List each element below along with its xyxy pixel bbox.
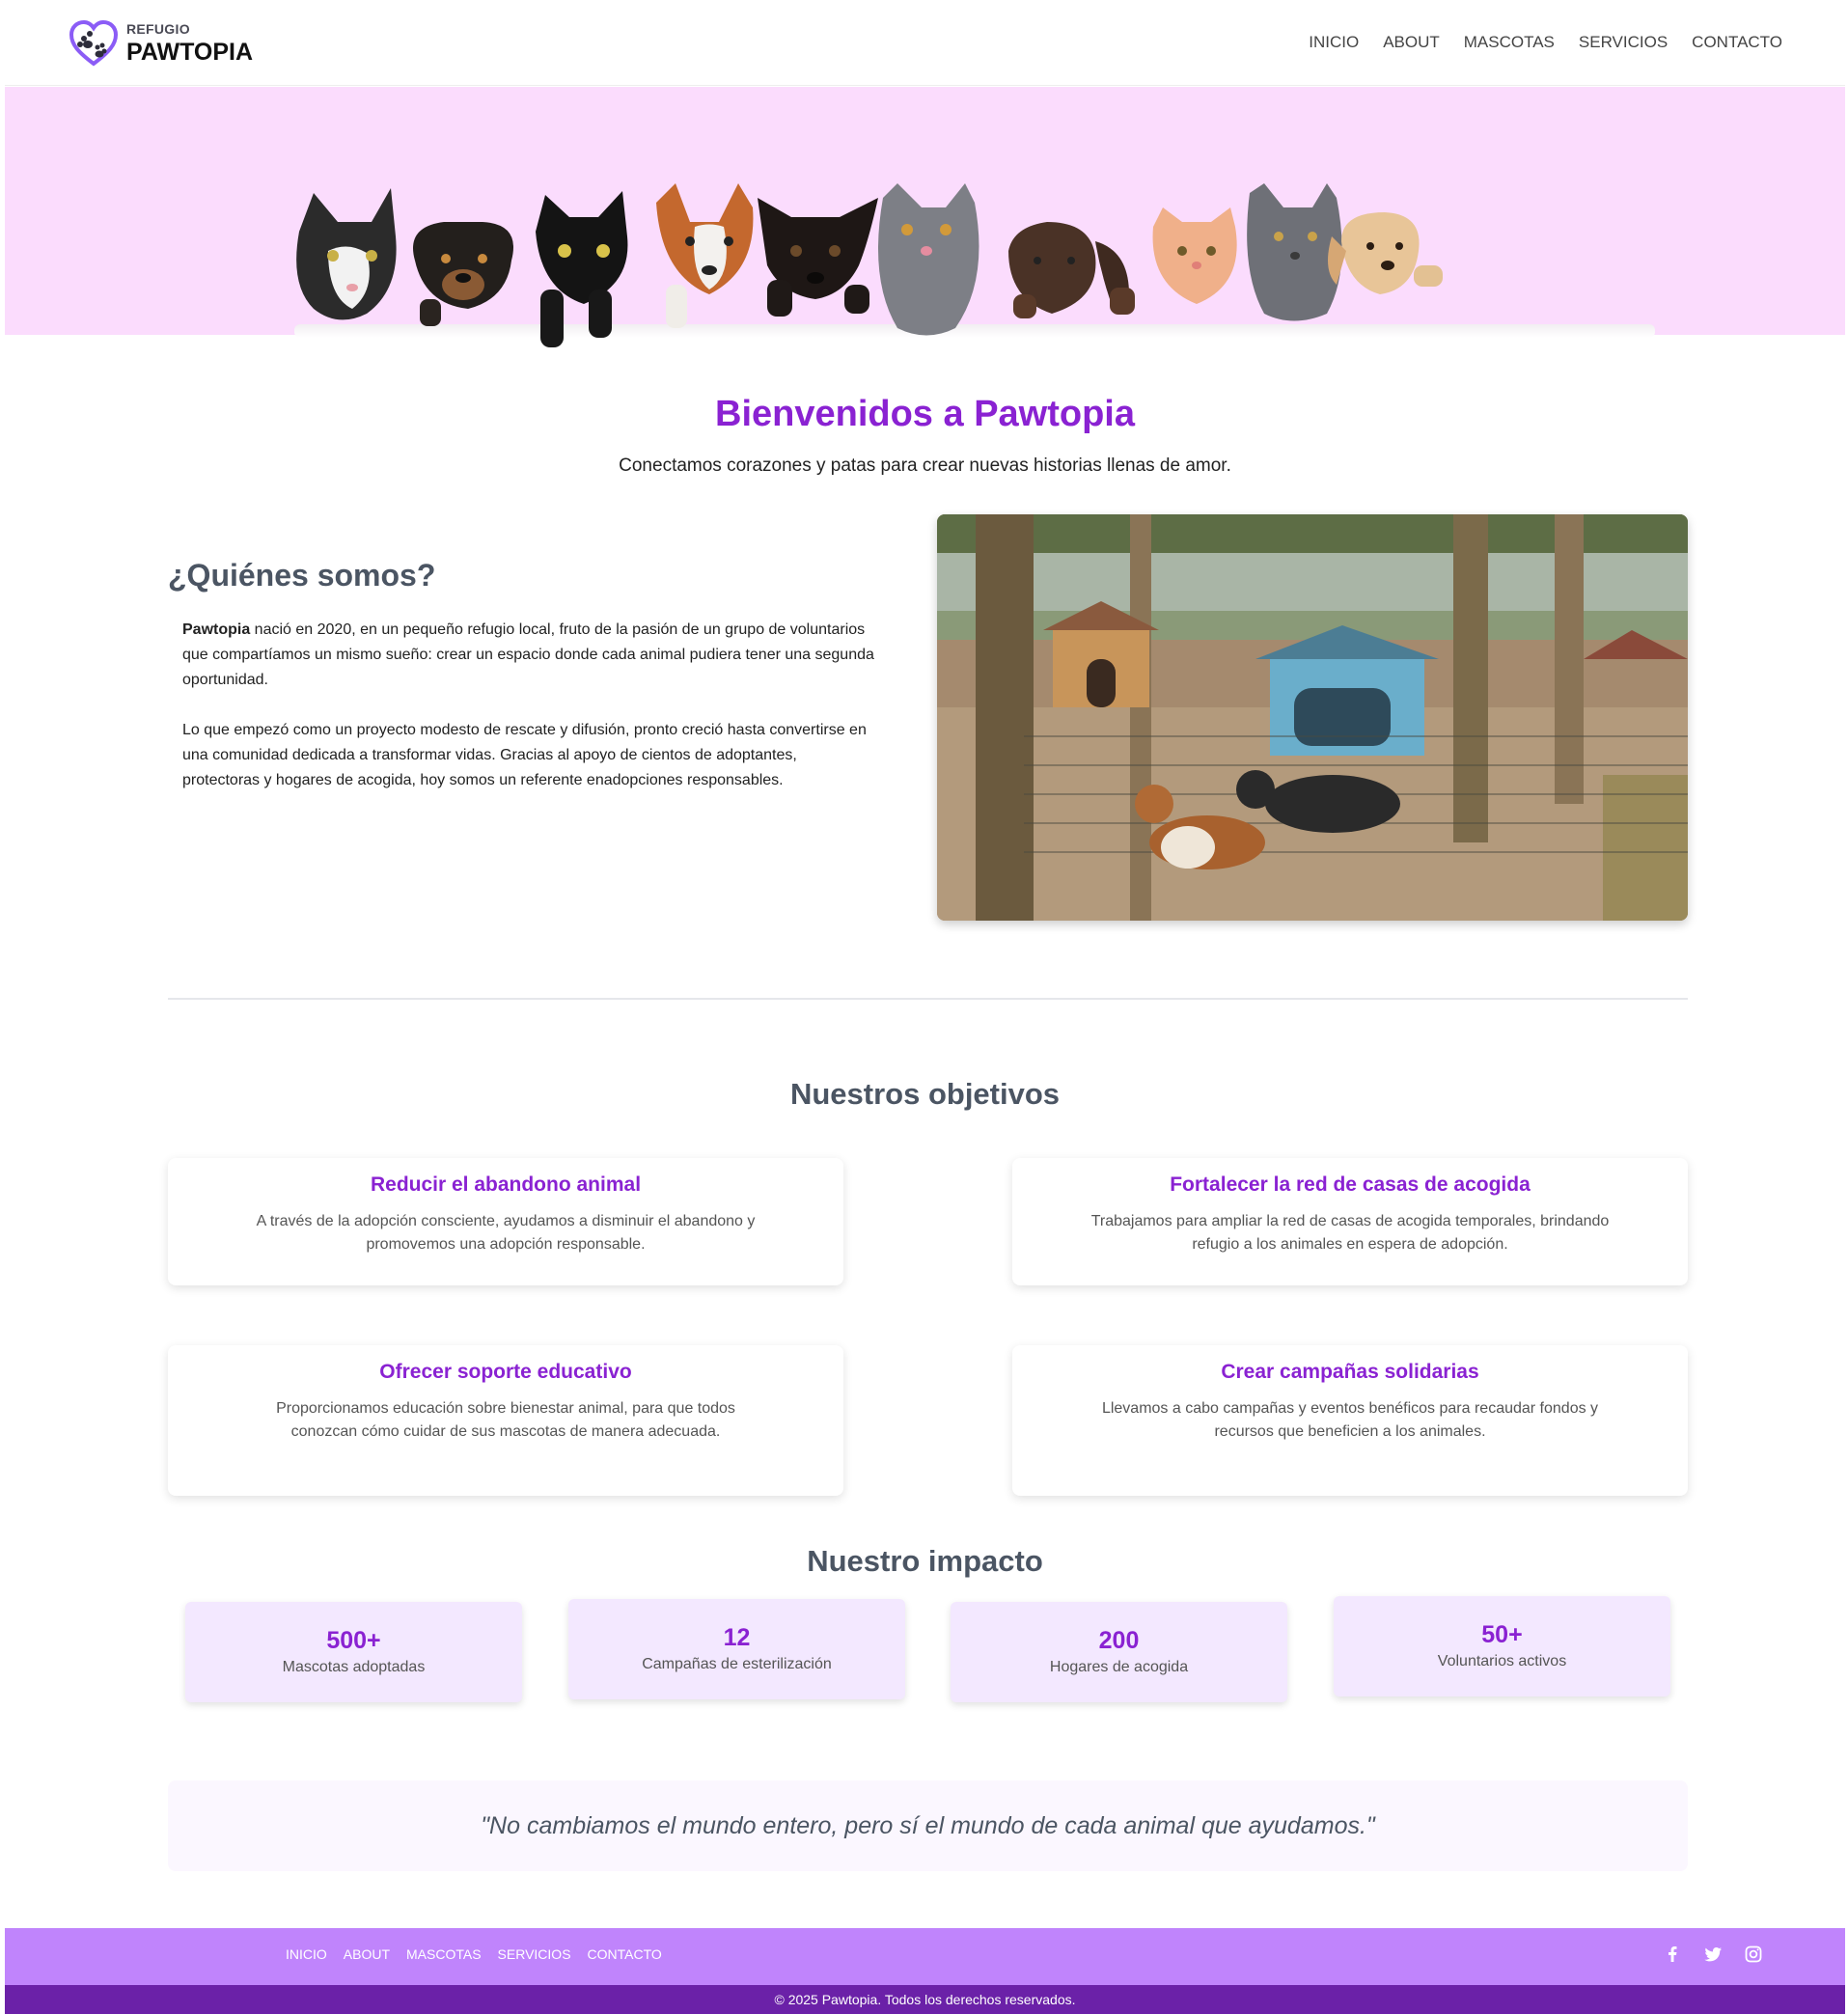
about-paragraph: Lo que empezó como un proyecto modesto d… [182, 722, 867, 788]
footer: INICIO ABOUT MASCOTAS SERVICIOS CONTACTO [5, 1928, 1845, 1985]
objective-text: A través de la adopción consciente, ayud… [256, 1213, 756, 1253]
objective-card: Crear campañas solidarias Llevamos a cab… [1012, 1345, 1688, 1496]
nav-servicios[interactable]: SERVICIOS [1579, 33, 1668, 52]
nav-mascotas[interactable]: MASCOTAS [1464, 33, 1555, 52]
objective-title: Ofrecer soporte educativo [379, 1361, 632, 1383]
objective-card: Reducir el abandono animal A través de l… [168, 1158, 843, 1285]
twitter-icon[interactable] [1703, 1945, 1723, 1964]
stat-label: Mascotas adoptadas [282, 1659, 426, 1675]
objective-card: Ofrecer soporte educativo Proporcionamos… [168, 1345, 843, 1496]
impact-stat: 12 Campañas de esterilización [568, 1599, 905, 1699]
dog-icon [413, 222, 513, 326]
objective-text: Proporcionamos educación sobre bienestar… [276, 1400, 735, 1440]
cat-icon [1247, 183, 1342, 321]
about-title: ¿Quiénes somos? [168, 558, 436, 593]
logo[interactable]: REFUGIO PAWTOPIA [69, 19, 253, 68]
objective-text: Trabajamos para ampliar la red de casas … [1090, 1213, 1610, 1253]
nav-inicio[interactable]: INICIO [1309, 33, 1359, 52]
impact-title: Nuestro impacto [807, 1544, 1043, 1578]
section-divider [168, 998, 1688, 1000]
objective-title: Fortalecer la red de casas de acogida [1170, 1173, 1531, 1196]
objective-card: Fortalecer la red de casas de acogida Tr… [1012, 1158, 1688, 1285]
cat-icon [878, 183, 979, 336]
facebook-icon[interactable] [1663, 1945, 1682, 1964]
stat-label: Campañas de esterilización [642, 1656, 832, 1672]
quote-text: "No cambiamos el mundo entero, pero sí e… [481, 1812, 1375, 1839]
main-nav: INICIO ABOUT MASCOTAS SERVICIOS CONTACTO [1309, 33, 1782, 52]
dog-icon [656, 183, 754, 328]
dog-icon [1328, 212, 1443, 294]
objectives-title: Nuestros objetivos [789, 1077, 1061, 1111]
stat-label: Voluntarios activos [1437, 1653, 1567, 1669]
logo-subtitle: REFUGIO [126, 20, 190, 37]
cat-icon [1152, 207, 1237, 304]
copyright-text: © 2025 Pawtopia. Todos los derechos rese… [774, 1992, 1076, 2007]
objective-text: Llevamos a cabo campañas y eventos benéf… [1101, 1400, 1599, 1440]
about-text: Pawtopia nació en 2020, en un pequeño re… [182, 618, 877, 793]
quote-box: "No cambiamos el mundo entero, pero sí e… [168, 1780, 1688, 1871]
nav-contacto[interactable]: CONTACTO [1692, 33, 1782, 52]
page: REFUGIO PAWTOPIA INICIO ABOUT MASCOTAS S… [5, 0, 1845, 2014]
impact-stat: 200 Hogares de acogida [951, 1602, 1287, 1702]
shelter-photo [937, 514, 1688, 921]
footer-nav-about[interactable]: ABOUT [344, 1946, 390, 1962]
stat-number: 50+ [1481, 1621, 1523, 1648]
about-paragraph: Pawtopia nació en 2020, en un pequeño re… [182, 618, 877, 693]
footer-nav-inicio[interactable]: INICIO [286, 1946, 327, 1962]
cat-icon [296, 188, 397, 320]
cat-icon [536, 191, 628, 347]
impact-stat: 50+ Voluntarios activos [1334, 1596, 1670, 1697]
stat-number: 12 [723, 1624, 751, 1651]
hero-pets-image [296, 183, 1443, 347]
dog-icon [758, 198, 878, 317]
instagram-icon[interactable] [1744, 1945, 1763, 1964]
about-paragraph-text: nació en 2020, en un pequeño refugio loc… [182, 621, 874, 688]
footer-nav: INICIO ABOUT MASCOTAS SERVICIOS CONTACTO [286, 1946, 662, 1962]
objective-title: Crear campañas solidarias [1221, 1361, 1479, 1383]
stat-number: 200 [1098, 1627, 1140, 1654]
footer-nav-servicios[interactable]: SERVICIOS [498, 1946, 571, 1962]
copyright-bar: © 2025 Pawtopia. Todos los derechos rese… [5, 1985, 1845, 2014]
site-header: REFUGIO PAWTOPIA INICIO ABOUT MASCOTAS S… [5, 0, 1845, 86]
objective-title: Reducir el abandono animal [370, 1173, 642, 1196]
impact-stat: 500+ Mascotas adoptadas [185, 1602, 522, 1702]
stat-label: Hogares de acogida [1049, 1659, 1189, 1675]
logo-title: PAWTOPIA [126, 38, 254, 66]
about-brand: Pawtopia [182, 621, 251, 638]
hero-title: Bienvenidos a Pawtopia [715, 394, 1135, 434]
nav-about[interactable]: ABOUT [1383, 33, 1440, 52]
footer-nav-mascotas[interactable]: MASCOTAS [406, 1946, 482, 1962]
social-links [1663, 1945, 1763, 1964]
stat-number: 500+ [326, 1627, 381, 1654]
dog-icon [1008, 222, 1135, 318]
footer-nav-contacto[interactable]: CONTACTO [588, 1946, 662, 1962]
paw-heart-logo-icon [69, 19, 119, 67]
hero-subtitle: Conectamos corazones y patas para crear … [619, 455, 1231, 476]
